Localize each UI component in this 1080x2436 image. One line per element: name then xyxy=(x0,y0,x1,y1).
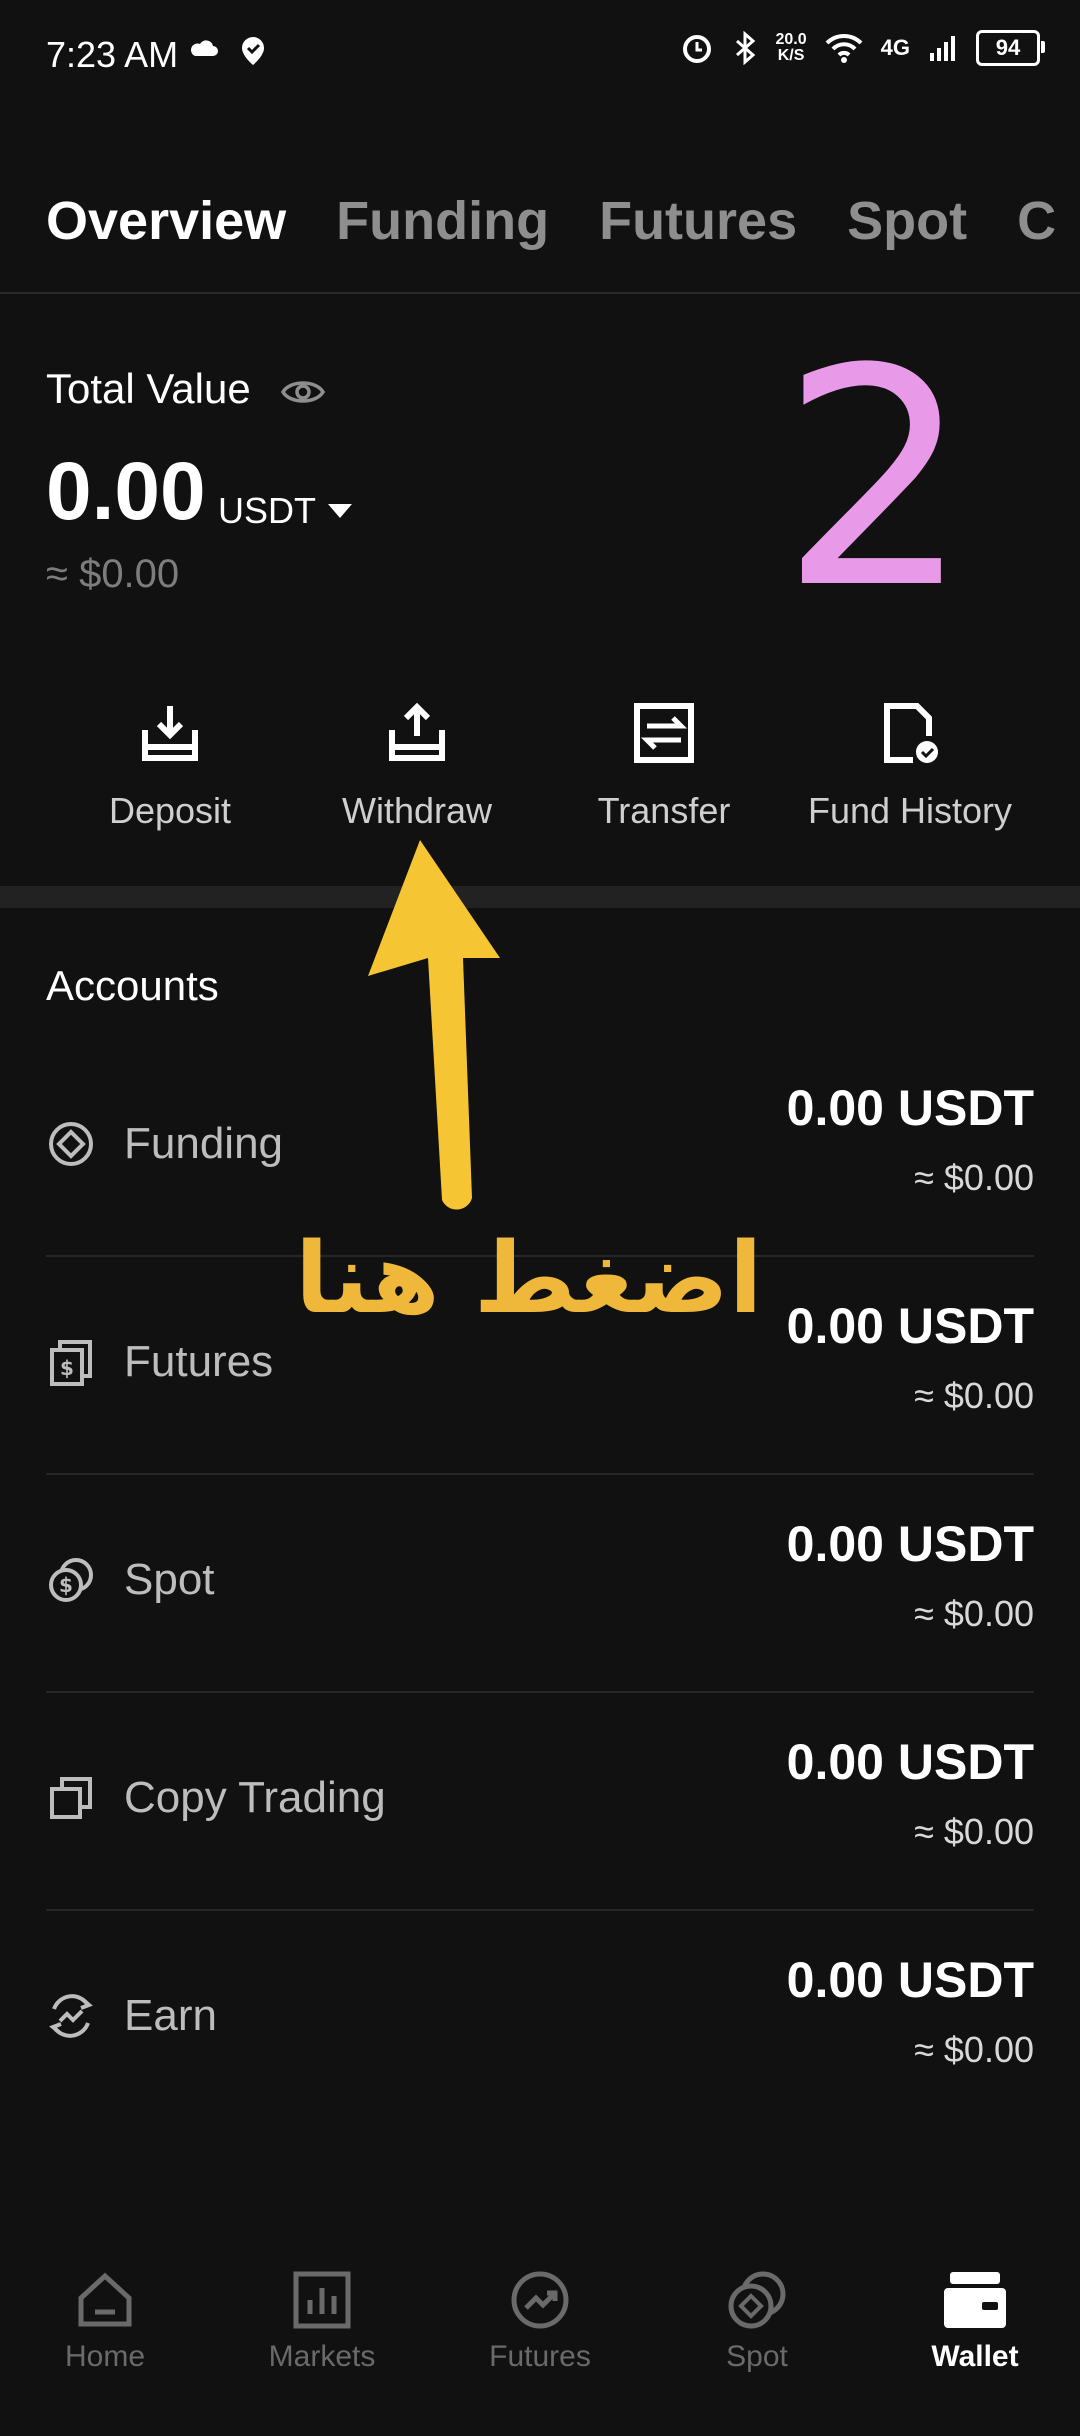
cloud-notification-icon xyxy=(191,40,218,56)
markets-icon xyxy=(293,2271,351,2329)
annotation-arabic-text: اضغط هنا xyxy=(295,1222,763,1336)
alarm-icon xyxy=(682,35,711,63)
wallet-actions: Deposit Withdraw Transfer Fund History xyxy=(0,700,1080,860)
status-time: 7:23 AM xyxy=(46,34,179,75)
home-icon xyxy=(78,2272,132,2327)
deposit-label: Deposit xyxy=(108,790,232,831)
account-row-spot[interactable]: $ Spot 0.00 USDT ≈ $0.00 xyxy=(46,1475,1034,1693)
location-check-icon xyxy=(242,37,264,65)
nav-spot[interactable]: Spot xyxy=(667,2270,847,2374)
tab-funding[interactable]: Funding xyxy=(336,190,549,252)
tab-futures[interactable]: Futures xyxy=(599,190,797,252)
account-approx: ≈ $0.00 xyxy=(914,1157,1034,1198)
fund-history-label: Fund History xyxy=(807,790,1013,831)
account-name: Funding xyxy=(124,1119,284,1168)
caret-down-icon xyxy=(328,504,352,518)
tab-overview[interactable]: Overview xyxy=(46,190,286,252)
fund-history-icon xyxy=(884,703,938,763)
wallet-icon xyxy=(944,2272,1006,2328)
annotation-step-number: 2 xyxy=(780,305,971,654)
signal-icon xyxy=(930,36,955,61)
eye-icon[interactable] xyxy=(280,372,326,412)
account-name: Copy Trading xyxy=(124,1773,386,1822)
transfer-icon xyxy=(634,703,694,763)
tabs-divider xyxy=(0,292,1080,294)
account-amount: 0.00 USDT xyxy=(786,1516,1034,1572)
network-type: 4G xyxy=(880,35,910,60)
fund-history-button[interactable]: Fund History xyxy=(795,700,1025,832)
deposit-button[interactable]: Deposit xyxy=(55,700,285,832)
status-bar: 7:23 AM 20.0 K/S 4G 94 xyxy=(0,0,1080,110)
svg-text:$: $ xyxy=(59,1573,73,1597)
account-amount: 0.00 USDT xyxy=(786,1298,1034,1354)
account-row-earn[interactable]: Earn 0.00 USDT ≈ $0.00 xyxy=(46,1911,1034,2129)
transfer-label: Transfer xyxy=(597,790,731,831)
svg-text:$: $ xyxy=(60,1356,74,1380)
status-left-icons xyxy=(190,34,270,68)
nav-label: Markets xyxy=(268,2340,376,2373)
total-value-amount: 0.00 xyxy=(46,446,206,537)
section-divider xyxy=(0,886,1080,908)
account-row-copy-trading[interactable]: Copy Trading 0.00 USDT ≈ $0.00 xyxy=(46,1693,1034,1911)
nav-label: Spot xyxy=(726,2340,788,2373)
earn-icon xyxy=(49,1994,93,2038)
account-approx: ≈ $0.00 xyxy=(914,2029,1034,2070)
nav-futures[interactable]: Futures xyxy=(450,2270,630,2374)
futures-icon: $ xyxy=(50,1340,92,1386)
nav-label: Home xyxy=(64,2340,146,2373)
account-name: Futures xyxy=(124,1337,274,1386)
network-speed: 20.0 K/S xyxy=(775,31,807,64)
funding-icon xyxy=(49,1122,93,1166)
account-approx: ≈ $0.00 xyxy=(914,1593,1034,1634)
nav-wallet[interactable]: Wallet xyxy=(885,2270,1065,2374)
tab-copy-trading-partial[interactable]: C xyxy=(1017,190,1056,252)
spot-icon: $ xyxy=(49,1558,93,1602)
transfer-button[interactable]: Transfer xyxy=(549,700,779,832)
withdraw-label: Withdraw xyxy=(341,790,493,831)
tab-spot[interactable]: Spot xyxy=(847,190,967,252)
nav-label: Futures xyxy=(489,2340,591,2373)
deposit-icon xyxy=(142,706,198,761)
wifi-icon xyxy=(825,33,863,63)
account-amount: 0.00 USDT xyxy=(786,1080,1034,1136)
nav-home[interactable]: Home xyxy=(15,2270,195,2374)
account-amount: 0.00 USDT xyxy=(786,1734,1034,1790)
spot-nav-icon xyxy=(728,2271,786,2329)
total-value-label: Total Value xyxy=(46,365,251,412)
total-value-approx: ≈ $0.00 xyxy=(46,552,180,596)
account-approx: ≈ $0.00 xyxy=(914,1375,1034,1416)
withdraw-icon xyxy=(389,702,445,761)
accounts-title: Accounts xyxy=(46,962,219,1009)
wallet-tabs: Overview Funding Futures Spot C xyxy=(46,190,1056,252)
account-amount: 0.00 USDT xyxy=(786,1952,1034,2008)
currency-unit: USDT xyxy=(218,490,316,531)
annotation-arrow-icon xyxy=(368,840,500,1210)
account-approx: ≈ $0.00 xyxy=(914,1811,1034,1852)
currency-selector[interactable]: USDT xyxy=(218,490,354,532)
battery-indicator: 94 xyxy=(976,30,1045,66)
withdraw-button[interactable]: Withdraw xyxy=(302,700,532,832)
account-name: Spot xyxy=(124,1555,215,1604)
nav-markets[interactable]: Markets xyxy=(232,2270,412,2374)
bluetooth-icon xyxy=(735,31,755,65)
bottom-navigation: Home Markets Futures Spot Wallet xyxy=(0,2240,1080,2436)
account-name: Earn xyxy=(124,1991,217,2040)
futures-nav-icon xyxy=(511,2271,569,2329)
copy-trading-icon xyxy=(50,1777,92,1819)
nav-label: Wallet xyxy=(931,2340,1019,2373)
status-right-icons: 20.0 K/S 4G 94 xyxy=(680,30,1045,66)
